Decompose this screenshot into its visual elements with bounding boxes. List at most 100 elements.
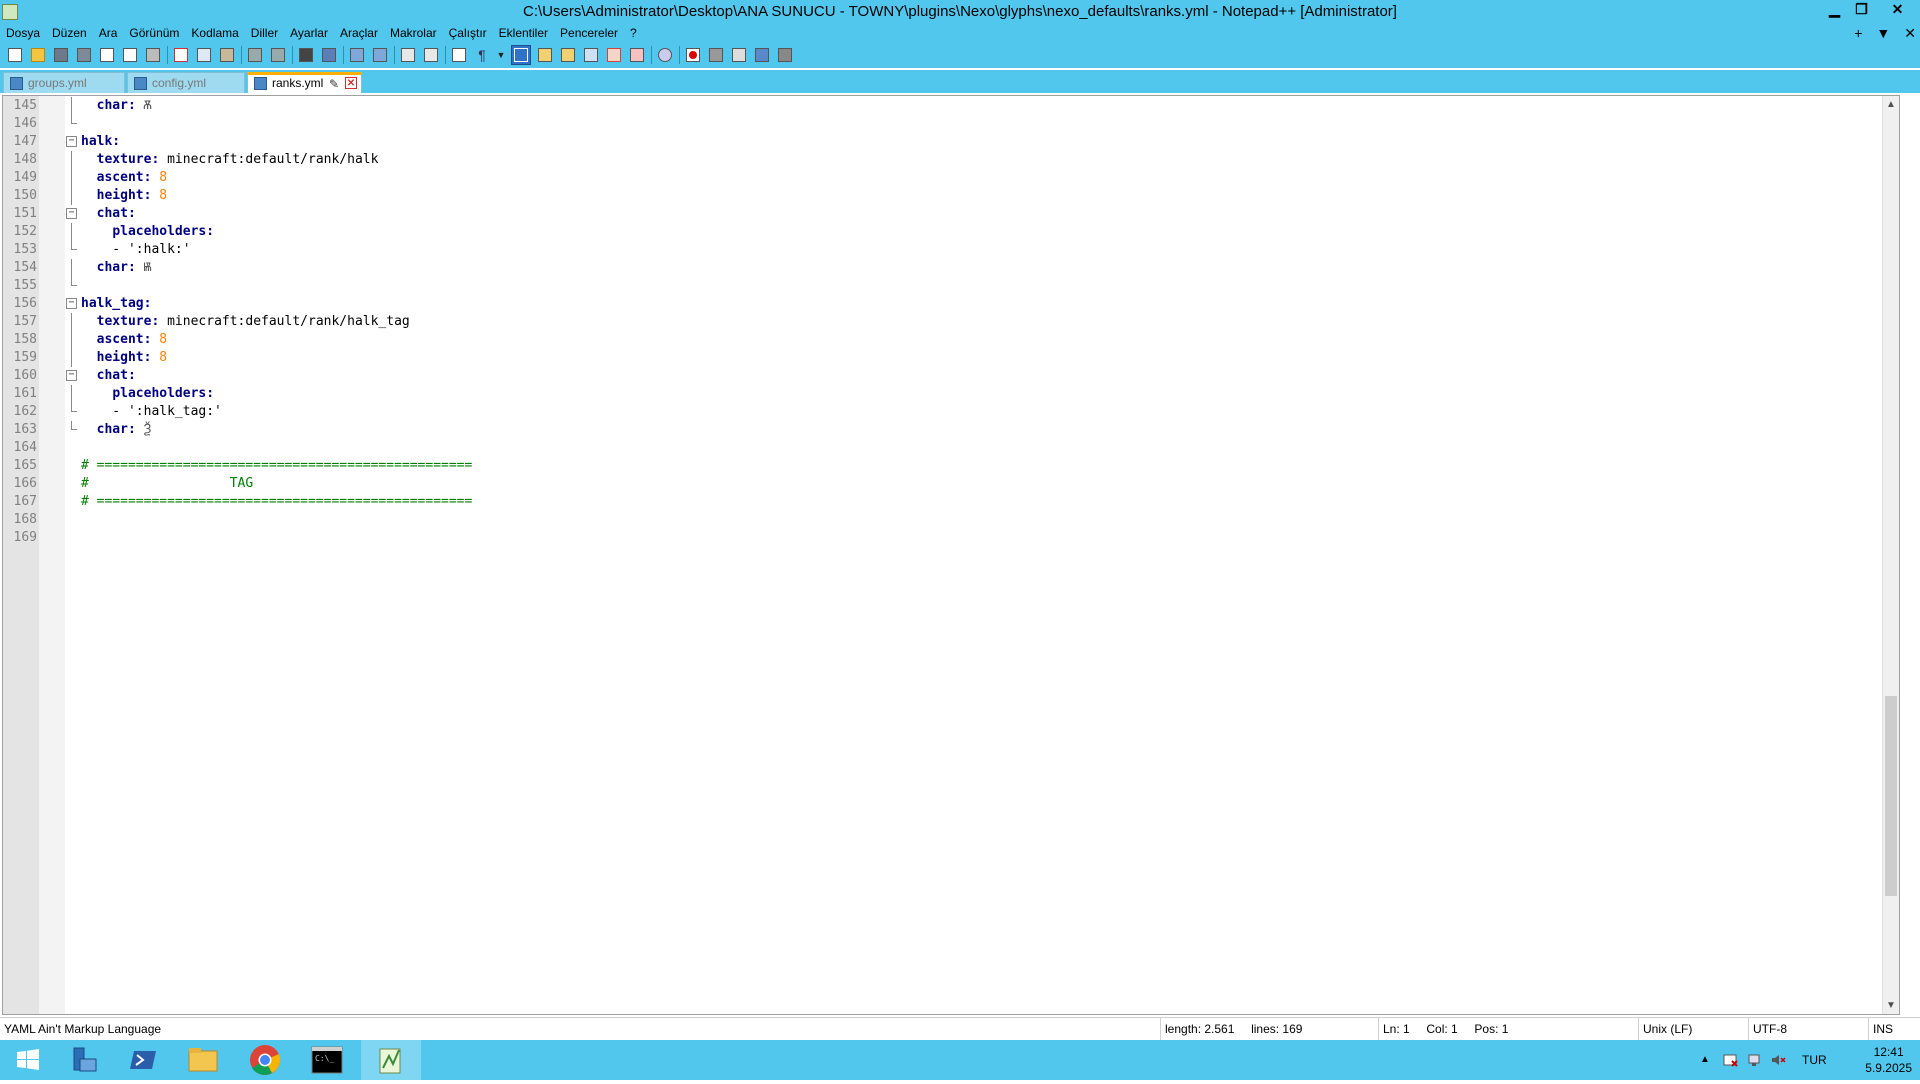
- scroll-thumb[interactable]: [1885, 696, 1897, 896]
- code-line[interactable]: 150 height: 8: [3, 187, 1899, 205]
- tab-list-icon[interactable]: ▼: [1876, 24, 1890, 42]
- code-line[interactable]: 167 # ===================================…: [3, 493, 1899, 511]
- network-icon[interactable]: [1746, 1040, 1762, 1080]
- code-line[interactable]: 151 − chat:: [3, 205, 1899, 223]
- stop-macro-button[interactable]: [707, 46, 725, 64]
- doc-map-button[interactable]: [559, 46, 577, 64]
- function-list-button[interactable]: [605, 46, 623, 64]
- code-line[interactable]: 152 placeholders:: [3, 223, 1899, 241]
- code-line[interactable]: 163 char: Ѯ: [3, 421, 1899, 439]
- code-line[interactable]: 155: [3, 277, 1899, 295]
- code-line[interactable]: 165 # ===================================…: [3, 457, 1899, 475]
- code-line[interactable]: 145 char: Ѫ: [3, 97, 1899, 115]
- run-macro-multiple-button[interactable]: [753, 46, 771, 64]
- code-line[interactable]: 162 - ':halk_tag:': [3, 403, 1899, 421]
- menu-eklentiler[interactable]: Eklentiler: [493, 24, 554, 42]
- code-line[interactable]: 154 char: Ѭ: [3, 259, 1899, 277]
- close-doc-icon[interactable]: ✕: [1904, 24, 1916, 42]
- menu-dosya[interactable]: Dosya: [0, 24, 46, 42]
- menu-kodlama[interactable]: Kodlama: [185, 24, 244, 42]
- code-line[interactable]: 169: [3, 529, 1899, 547]
- show-all-chars-dropdown[interactable]: ▼: [496, 46, 506, 64]
- menu-araclar[interactable]: Araçlar: [334, 24, 384, 42]
- print-button[interactable]: [144, 46, 162, 64]
- fold-toggle-icon[interactable]: −: [66, 370, 77, 381]
- menu-diller[interactable]: Diller: [245, 24, 284, 42]
- server-manager-button[interactable]: [55, 1040, 110, 1080]
- cut-button[interactable]: [172, 46, 190, 64]
- action-center-icon[interactable]: [1722, 1040, 1738, 1080]
- user-lang-button[interactable]: [536, 46, 554, 64]
- restore-button[interactable]: ❐: [1848, 0, 1875, 20]
- menu-help[interactable]: ?: [624, 24, 643, 42]
- chrome-button[interactable]: [237, 1040, 292, 1080]
- code-line[interactable]: 158 ascent: 8: [3, 331, 1899, 349]
- fold-toggle-icon[interactable]: −: [66, 136, 77, 147]
- status-encoding[interactable]: UTF-8: [1748, 1018, 1868, 1040]
- code-line[interactable]: 164: [3, 439, 1899, 457]
- undo-button[interactable]: [246, 46, 264, 64]
- find-button[interactable]: [297, 46, 315, 64]
- folder-workspace-button[interactable]: [628, 46, 646, 64]
- zoom-out-button[interactable]: [371, 46, 389, 64]
- save-macro-button[interactable]: [776, 46, 794, 64]
- zoom-in-button[interactable]: [348, 46, 366, 64]
- code-line[interactable]: 160 − chat:: [3, 367, 1899, 385]
- open-file-button[interactable]: [29, 46, 47, 64]
- save-all-button[interactable]: [75, 46, 93, 64]
- code-line[interactable]: 166 # TAG: [3, 475, 1899, 493]
- code-line[interactable]: 157 texture: minecraft:default/rank/halk…: [3, 313, 1899, 331]
- notepadpp-icon[interactable]: [2, 4, 18, 20]
- paste-button[interactable]: [218, 46, 236, 64]
- play-macro-button[interactable]: [730, 46, 748, 64]
- powershell-button[interactable]: [115, 1040, 170, 1080]
- menu-ara[interactable]: Ara: [93, 24, 124, 42]
- close-tab-icon[interactable]: ✕: [345, 77, 357, 89]
- redo-button[interactable]: [269, 46, 287, 64]
- menu-gorunum[interactable]: Görünüm: [123, 24, 185, 42]
- code-line[interactable]: 146: [3, 115, 1899, 133]
- new-file-button[interactable]: [6, 46, 24, 64]
- code-line[interactable]: 159 height: 8: [3, 349, 1899, 367]
- status-eol[interactable]: Unix (LF): [1638, 1018, 1748, 1040]
- volume-icon[interactable]: [1770, 1040, 1786, 1080]
- tray-overflow-icon[interactable]: ▲: [1700, 1040, 1710, 1080]
- vertical-scrollbar[interactable]: ▲ ▼: [1882, 96, 1899, 1014]
- command-prompt-button[interactable]: C:\_: [299, 1040, 354, 1080]
- tab-ranks-yml[interactable]: ranks.yml ✎ ✕: [247, 72, 362, 93]
- word-wrap-button[interactable]: [450, 46, 468, 64]
- close-window-button[interactable]: ✕: [1875, 0, 1920, 20]
- notepadpp-taskbar-button[interactable]: [361, 1040, 421, 1080]
- menu-duzen[interactable]: Düzen: [46, 24, 93, 42]
- code-line[interactable]: 161 placeholders:: [3, 385, 1899, 403]
- code-line[interactable]: 156 − halk_tag:: [3, 295, 1899, 313]
- pin-icon[interactable]: ✎: [329, 76, 339, 93]
- close-all-button[interactable]: [121, 46, 139, 64]
- tab-config-yml[interactable]: config.yml: [127, 72, 245, 93]
- indent-guide-button[interactable]: [511, 45, 531, 65]
- record-macro-button[interactable]: [684, 46, 702, 64]
- status-insert-mode[interactable]: INS: [1868, 1018, 1920, 1040]
- clock[interactable]: 12:41 5.9.2025: [1865, 1044, 1912, 1076]
- code-line[interactable]: 147 − halk:: [3, 133, 1899, 151]
- editor-area[interactable]: 145 char: Ѫ 146 147− halk: 148 texture: mine…: [2, 95, 1900, 1015]
- code-line[interactable]: 153 - ':halk:': [3, 241, 1899, 259]
- menu-calistir[interactable]: Çalıştır: [443, 24, 493, 42]
- menu-ayarlar[interactable]: Ayarlar: [284, 24, 334, 42]
- scroll-down-icon[interactable]: ▼: [1883, 997, 1899, 1014]
- save-button[interactable]: [52, 46, 70, 64]
- scroll-up-icon[interactable]: ▲: [1883, 96, 1899, 113]
- menu-makrolar[interactable]: Makrolar: [384, 24, 443, 42]
- sync-vertical-button[interactable]: [399, 46, 417, 64]
- show-all-chars-button[interactable]: ¶: [473, 46, 491, 64]
- fold-toggle-icon[interactable]: −: [66, 208, 77, 219]
- sync-horizontal-button[interactable]: [422, 46, 440, 64]
- monitoring-button[interactable]: [656, 46, 674, 64]
- code-line[interactable]: 149 ascent: 8: [3, 169, 1899, 187]
- doc-list-button[interactable]: [582, 46, 600, 64]
- tab-groups-yml[interactable]: groups.yml: [3, 72, 125, 93]
- copy-button[interactable]: [195, 46, 213, 64]
- file-explorer-button[interactable]: [175, 1040, 230, 1080]
- start-button[interactable]: [0, 1040, 55, 1080]
- close-file-button[interactable]: [98, 46, 116, 64]
